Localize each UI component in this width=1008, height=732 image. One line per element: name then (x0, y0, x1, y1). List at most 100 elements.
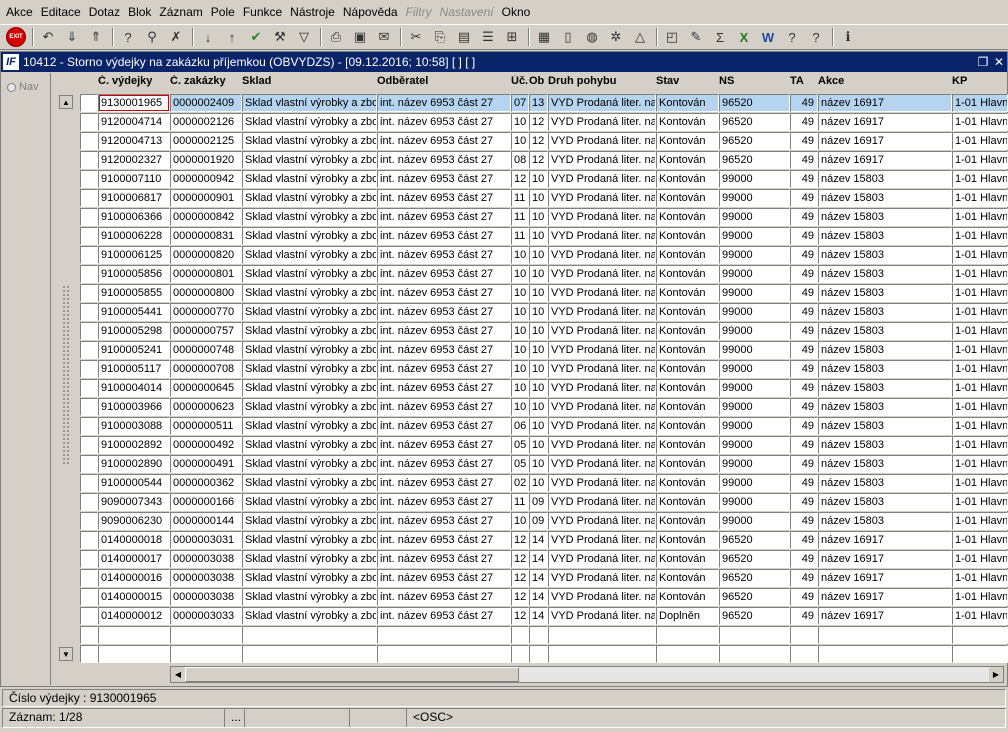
table-cell[interactable] (98, 645, 170, 663)
table-cell[interactable]: int. název 6953 část 27 (377, 227, 511, 245)
table-cell[interactable]: Sklad vlastní výrobky a zbo (242, 398, 377, 416)
table-cell[interactable]: 1-01 Hlavní (952, 569, 1008, 587)
table-cell[interactable]: 49 (790, 170, 818, 188)
table-cell[interactable]: VYD Prodaná liter. na (548, 170, 656, 188)
table-cell[interactable]: VYD Prodaná liter. na (548, 132, 656, 150)
table-cell[interactable]: VYD Prodaná liter. na (548, 322, 656, 340)
table-cell[interactable]: 49 (790, 208, 818, 226)
table-row[interactable]: 9100007110 0000000942 Sklad vlastní výrobk… (0, 170, 1008, 189)
table-cell[interactable]: 0000000942 (170, 170, 242, 188)
table-cell[interactable]: VYD Prodaná liter. na (548, 341, 656, 359)
table-cell[interactable]: 9130001965 (98, 94, 170, 112)
table-cell[interactable]: 49 (790, 360, 818, 378)
table-cell[interactable] (377, 626, 511, 644)
table-cell[interactable]: název 15803 (818, 246, 952, 264)
table-cell[interactable]: 49 (790, 588, 818, 606)
table-cell[interactable]: 9100005241 (98, 341, 170, 359)
table-row[interactable]: 0140000015 0000003038 Sklad vlastní výrobk… (0, 588, 1008, 607)
table-cell[interactable]: Sklad vlastní výrobky a zbo (242, 265, 377, 283)
table-cell[interactable]: 0140000016 (98, 569, 170, 587)
table-cell[interactable]: VYD Prodaná liter. na (548, 265, 656, 283)
table-cell[interactable] (529, 645, 548, 663)
table-cell[interactable]: 09 (529, 512, 548, 530)
table-cell[interactable]: Sklad vlastní výrobky a zbo (242, 436, 377, 454)
table-cell[interactable]: 10 (529, 379, 548, 397)
table-row[interactable]: 9090006230 0000000144 Sklad vlastní výrobk… (0, 512, 1008, 531)
table-cell[interactable]: Kontován (656, 189, 719, 207)
table-cell[interactable]: 9100006817 (98, 189, 170, 207)
record-indicator[interactable] (80, 455, 98, 473)
table-cell[interactable]: 0140000012 (98, 607, 170, 625)
table-cell[interactable]: VYD Prodaná liter. na (548, 512, 656, 530)
table-cell[interactable]: int. název 6953 část 27 (377, 151, 511, 169)
table-row[interactable]: 9100005855 0000000800 Sklad vlastní výrobk… (0, 284, 1008, 303)
table-cell[interactable]: 0000000708 (170, 360, 242, 378)
globe-icon[interactable]: ◍ (581, 26, 603, 48)
table-cell[interactable]: 1-01 Hlavní (952, 379, 1008, 397)
table-cell[interactable]: 9100000544 (98, 474, 170, 492)
table-cell[interactable]: Sklad vlastní výrobky a zbo (242, 550, 377, 568)
table-row[interactable]: 9100005441 0000000770 Sklad vlastní výrobk… (0, 303, 1008, 322)
table-cell[interactable]: Sklad vlastní výrobky a zbo (242, 493, 377, 511)
table-cell[interactable]: VYD Prodaná liter. na (548, 531, 656, 549)
column-header-7[interactable]: Stav (656, 75, 679, 91)
table-cell[interactable]: VYD Prodaná liter. na (548, 189, 656, 207)
table-cell[interactable]: 1-01 Hlavní (952, 189, 1008, 207)
table-row[interactable]: 0140000017 0000003038 Sklad vlastní výrobk… (0, 550, 1008, 569)
menu-item-7[interactable]: Nástroje (286, 0, 339, 24)
table-cell[interactable]: Kontován (656, 284, 719, 302)
restore-icon[interactable]: ❐ (975, 55, 991, 69)
table-cell[interactable]: 99000 (719, 455, 790, 473)
table-cell[interactable]: int. název 6953 část 27 (377, 379, 511, 397)
table-cell[interactable]: 0000000166 (170, 493, 242, 511)
record-indicator[interactable] (80, 303, 98, 321)
menu-item-0[interactable]: Akce (2, 0, 37, 24)
table-cell[interactable]: 1-01 Hlavní (952, 322, 1008, 340)
table-cell[interactable]: 0000000842 (170, 208, 242, 226)
record-indicator[interactable] (80, 246, 98, 264)
table-cell[interactable]: 0000003031 (170, 531, 242, 549)
table-cell[interactable]: název 15803 (818, 379, 952, 397)
table-cell[interactable]: 11 (511, 227, 529, 245)
table-cell[interactable]: 49 (790, 455, 818, 473)
table-cell[interactable]: Kontován (656, 531, 719, 549)
table-cell[interactable]: 0140000017 (98, 550, 170, 568)
table-cell[interactable]: název 16917 (818, 151, 952, 169)
table-cell[interactable]: VYD Prodaná liter. na (548, 474, 656, 492)
table-cell[interactable]: 10 (529, 455, 548, 473)
table-cell[interactable]: VYD Prodaná liter. na (548, 208, 656, 226)
table-cell[interactable]: 0000000901 (170, 189, 242, 207)
table-cell[interactable]: 0000002126 (170, 113, 242, 131)
export-icon[interactable]: ⇑ (85, 26, 107, 48)
table-cell[interactable]: VYD Prodaná liter. na (548, 417, 656, 435)
table-cell[interactable]: Sklad vlastní výrobky a zbo (242, 227, 377, 245)
table-row[interactable]: 9100005856 0000000801 Sklad vlastní výrobk… (0, 265, 1008, 284)
table-cell[interactable]: int. název 6953 část 27 (377, 474, 511, 492)
table-cell[interactable]: 49 (790, 474, 818, 492)
table-cell[interactable]: název 15803 (818, 360, 952, 378)
table-cell[interactable]: Kontován (656, 94, 719, 112)
table-cell[interactable]: Sklad vlastní výrobky a zbo (242, 170, 377, 188)
table-cell[interactable]: 1-01 Hlavní (952, 398, 1008, 416)
calendar-icon[interactable]: ▦ (533, 26, 555, 48)
table-cell[interactable]: 99000 (719, 360, 790, 378)
table-cell[interactable]: 49 (790, 531, 818, 549)
table-cell[interactable]: int. název 6953 část 27 (377, 265, 511, 283)
column-header-4[interactable]: Úč. (511, 75, 528, 91)
table-cell[interactable]: 99000 (719, 379, 790, 397)
table-cell[interactable]: int. název 6953 část 27 (377, 322, 511, 340)
table-cell[interactable]: 96520 (719, 588, 790, 606)
table-cell[interactable]: 0000000820 (170, 246, 242, 264)
table-cell[interactable]: 99000 (719, 436, 790, 454)
table-cell[interactable]: 12 (511, 170, 529, 188)
table-cell[interactable]: 0000003038 (170, 588, 242, 606)
table-cell[interactable] (656, 645, 719, 663)
table-cell[interactable]: 9100003966 (98, 398, 170, 416)
column-header-1[interactable]: Č. zakázky (170, 75, 226, 91)
table-cell[interactable]: Kontován (656, 170, 719, 188)
menu-item-2[interactable]: Dotaz (85, 0, 124, 24)
table-row[interactable]: 0140000016 0000003038 Sklad vlastní výrobk… (0, 569, 1008, 588)
table-cell[interactable]: 9100006125 (98, 246, 170, 264)
table-cell[interactable]: název 15803 (818, 303, 952, 321)
table-cell[interactable] (790, 645, 818, 663)
